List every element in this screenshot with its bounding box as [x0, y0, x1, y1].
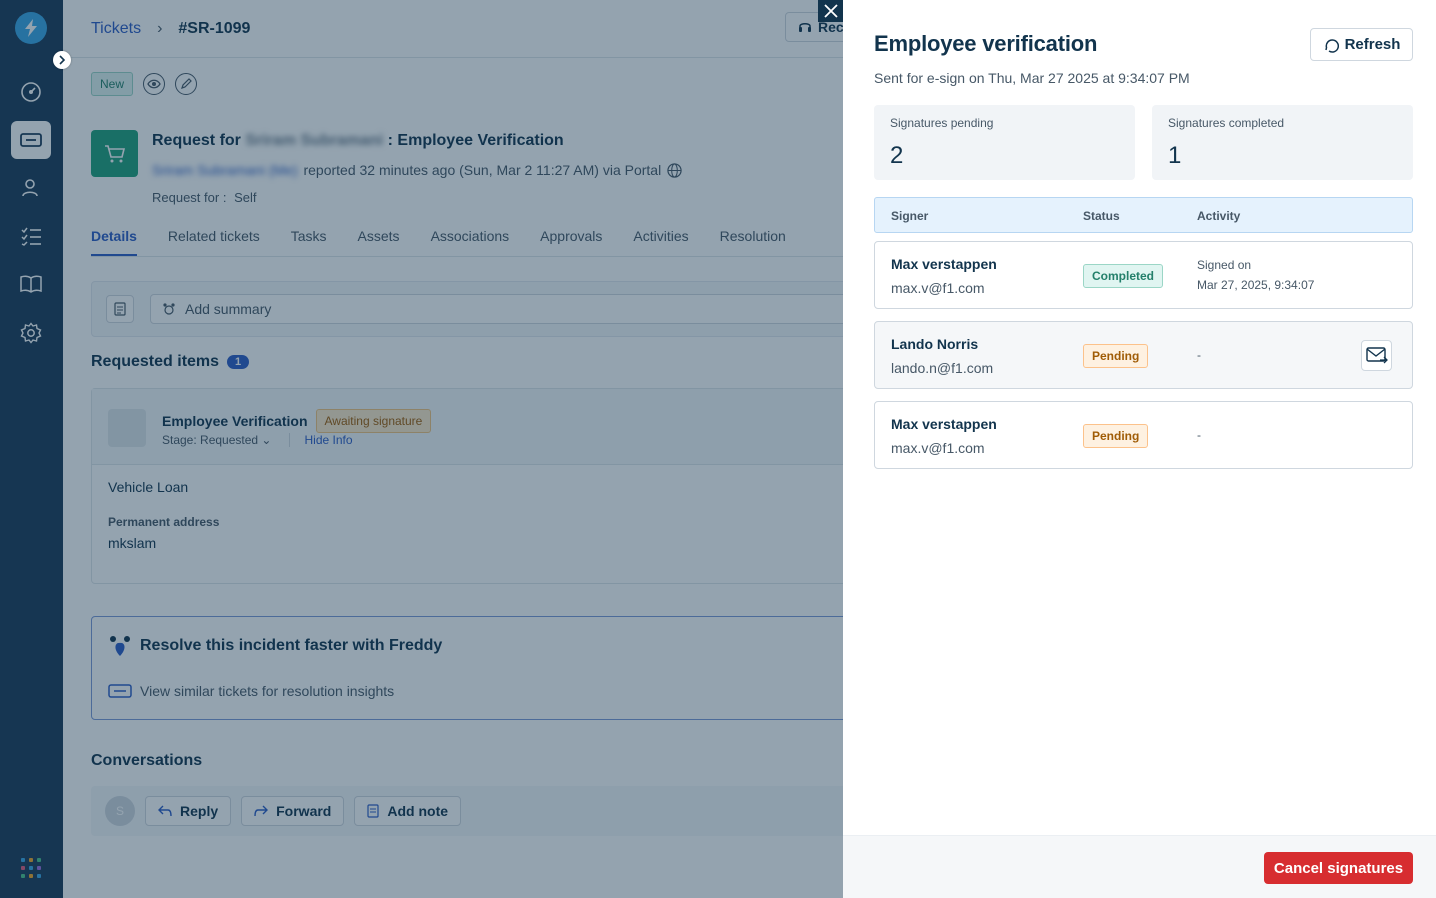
refresh-label: Refresh: [1344, 36, 1401, 53]
table-row: Max verstappen max.v@f1.com Pending -: [874, 401, 1413, 469]
table-row: Max verstappen max.v@f1.com Completed Si…: [874, 241, 1413, 309]
activity-line: Signed on: [1197, 258, 1252, 272]
signers-table-header: Signer Status Activity: [874, 197, 1413, 233]
signatures-pending-card: Signatures pending 2: [874, 105, 1135, 180]
status-badge: Pending: [1083, 424, 1149, 448]
signer-email: max.v@f1.com: [891, 280, 985, 296]
refresh-icon: [1324, 38, 1339, 53]
modal-backdrop[interactable]: [0, 0, 843, 898]
table-row: Lando Norris lando.n@f1.com Pending -: [874, 321, 1413, 389]
activity-line: -: [1197, 348, 1201, 362]
signer-activity: -: [1197, 425, 1201, 445]
column-activity: Activity: [1197, 209, 1241, 223]
resend-email-button[interactable]: [1361, 340, 1392, 371]
employee-verification-drawer: Employee verification Sent for e-sign on…: [843, 0, 1436, 898]
stat-label: Signatures completed: [1168, 116, 1285, 130]
signer-name: Max verstappen: [891, 256, 997, 272]
signer-name: Lando Norris: [891, 336, 979, 352]
drawer-subtitle: Sent for e-sign on Thu, Mar 27 2025 at 9…: [874, 70, 1190, 86]
activity-line: -: [1197, 428, 1201, 442]
signer-activity: -: [1197, 345, 1201, 365]
cancel-signatures-button[interactable]: Cancel signatures: [1264, 852, 1413, 884]
drawer-title: Employee verification: [874, 31, 1098, 56]
status-badge: Pending: [1083, 344, 1149, 368]
signer-email: lando.n@f1.com: [891, 360, 994, 376]
signer-activity: Signed on Mar 27, 2025, 9:34:07: [1197, 255, 1314, 295]
stat-label: Signatures pending: [890, 116, 994, 130]
column-status: Status: [1083, 209, 1120, 223]
collapse-nav-button[interactable]: [53, 51, 71, 69]
status-badge: Completed: [1083, 264, 1164, 288]
refresh-button[interactable]: Refresh: [1310, 28, 1413, 61]
activity-line: Mar 27, 2025, 9:34:07: [1197, 278, 1315, 292]
signer-email: max.v@f1.com: [891, 440, 985, 456]
signer-name: Max verstappen: [891, 416, 997, 432]
signatures-completed-card: Signatures completed 1: [1152, 105, 1413, 180]
stat-value: 2: [890, 142, 904, 169]
stat-value: 1: [1168, 142, 1182, 169]
drawer-footer: Cancel signatures: [843, 835, 1436, 898]
close-drawer-icon[interactable]: [818, 0, 843, 22]
mail-send-icon: [1365, 347, 1388, 364]
column-signer: Signer: [891, 209, 929, 223]
